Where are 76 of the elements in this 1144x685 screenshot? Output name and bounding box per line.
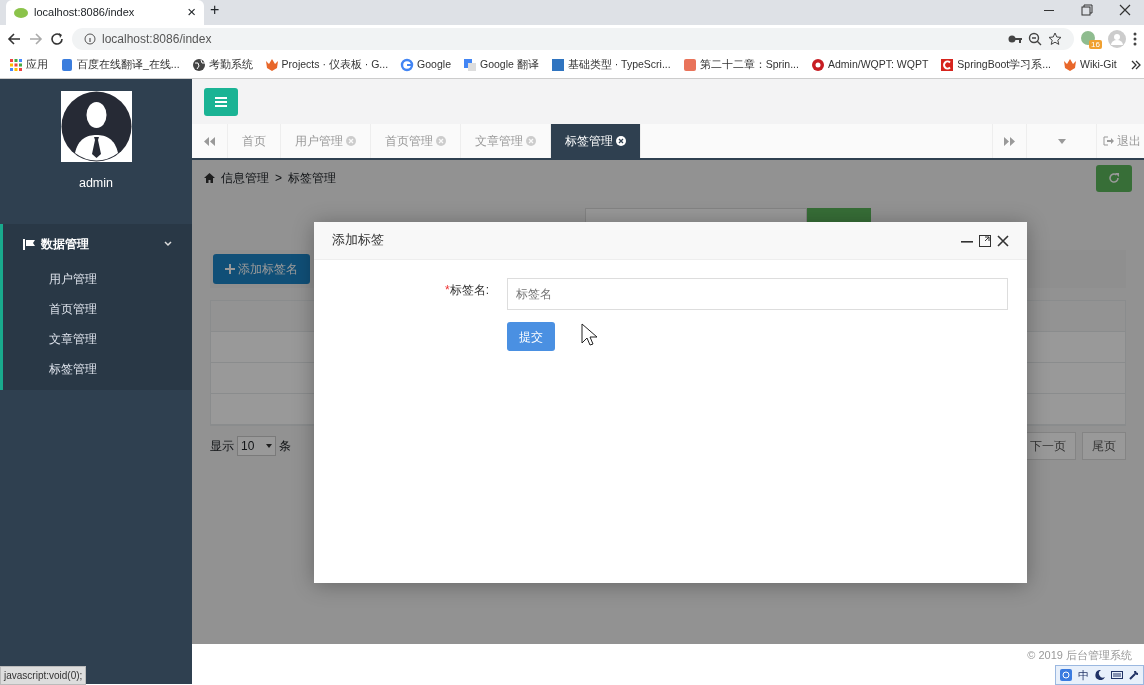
bookmark[interactable]: 考勤系统 (185, 57, 259, 73)
fox-icon (1063, 58, 1077, 72)
bookmark[interactable]: 基础类型 · TypeScri... (544, 57, 677, 73)
menu-group-header[interactable]: 数据管理 (3, 224, 192, 264)
new-tab-button[interactable]: + (210, 0, 220, 22)
google-icon (400, 58, 415, 72)
bookmark[interactable]: Admin/WQPT: WQPT (804, 57, 935, 73)
flag-icon (23, 238, 35, 250)
tag-name-field[interactable]: 标签名 (507, 278, 1008, 310)
back-icon[interactable] (6, 31, 22, 46)
close-tab-button[interactable]: × (187, 1, 196, 24)
wrench-icon[interactable] (1129, 670, 1139, 680)
sidebar-item[interactable]: 用户管理 (3, 264, 192, 294)
page-tab[interactable]: 标签管理 (551, 124, 641, 158)
bookmark[interactable]: SpringBoot学习系... (934, 57, 1057, 73)
translate-icon (462, 58, 477, 72)
bookmark[interactable]: Projects · 仪表板 · G... (258, 57, 395, 73)
dialog-title: 添加标签 (332, 232, 385, 250)
star-icon[interactable] (1048, 31, 1062, 46)
square-icon (682, 58, 697, 72)
last-page-button[interactable]: 尾页 (1082, 432, 1126, 460)
bookmark[interactable]: Google (394, 57, 457, 73)
bookmark[interactable]: Google 翻译 (456, 57, 545, 73)
info-icon (84, 32, 96, 45)
close-icon[interactable] (997, 234, 1009, 247)
menu-button[interactable] (204, 87, 238, 116)
fox-icon (264, 58, 279, 72)
user-name: admin (78, 175, 113, 192)
sidebar-item[interactable]: 首页管理 (3, 294, 192, 324)
tab-title: localhost:8086/index (34, 5, 136, 21)
close-circle-icon[interactable] (616, 136, 626, 146)
key-icon[interactable] (1008, 33, 1022, 44)
apps-icon (9, 58, 23, 72)
cursor-icon (581, 323, 597, 347)
leaf-icon (14, 6, 28, 19)
footer-text: © 2019 后台管理系统 (1027, 648, 1132, 663)
chevron-icon (164, 241, 172, 247)
search-icon[interactable] (1060, 669, 1072, 681)
sidebar-item[interactable]: 标签管理 (3, 354, 192, 384)
c-icon (940, 58, 955, 72)
plus-icon (225, 264, 235, 274)
browser-tab[interactable]: localhost:8086/index × (6, 0, 204, 25)
zoom-out-icon[interactable] (1028, 31, 1042, 46)
caret-icon (1057, 138, 1066, 144)
menu-icon (215, 96, 227, 107)
field-label: *标签名: (444, 282, 490, 299)
moon-icon[interactable] (1095, 670, 1105, 680)
reload-icon[interactable] (50, 31, 66, 46)
keyboard-icon[interactable] (1111, 671, 1123, 679)
bookmark[interactable]: 应用 (3, 57, 54, 73)
sidebar-item[interactable]: 文章管理 (3, 324, 192, 354)
breadcrumb-separator: > (275, 170, 282, 187)
breadcrumb-item[interactable]: 标签管理 (288, 169, 336, 187)
bookmark[interactable]: Wiki-Git (1057, 57, 1123, 73)
ts-icon (550, 58, 565, 72)
circle-icon (810, 58, 825, 72)
bookmark[interactable]: 第二十二章：Sprin... (676, 57, 805, 73)
maximize-icon[interactable] (979, 234, 991, 247)
caret-icon (266, 444, 273, 448)
chevron-double-icon[interactable] (1131, 60, 1141, 70)
double-right-icon (1004, 136, 1015, 146)
more-icon[interactable] (1132, 30, 1138, 47)
double-left-icon (204, 136, 215, 146)
refresh-icon (1108, 172, 1120, 184)
page-size-label: 显示 (210, 438, 234, 455)
globe-icon (191, 58, 206, 72)
breadcrumb-item[interactable]: 信息管理 (221, 169, 269, 187)
bookmark[interactable]: 百度在线翻译_在线... (54, 57, 186, 73)
page-size-unit: 条 (279, 438, 292, 455)
avatar-icon (60, 91, 132, 162)
extension-badge: 16 (1089, 39, 1102, 49)
ime-toolbar: 中 (1055, 665, 1144, 685)
home-icon (204, 173, 215, 183)
logout-icon (1103, 136, 1114, 146)
status-url: javascript:void(0); (0, 666, 87, 685)
page-size-select[interactable]: 10 (237, 436, 277, 456)
